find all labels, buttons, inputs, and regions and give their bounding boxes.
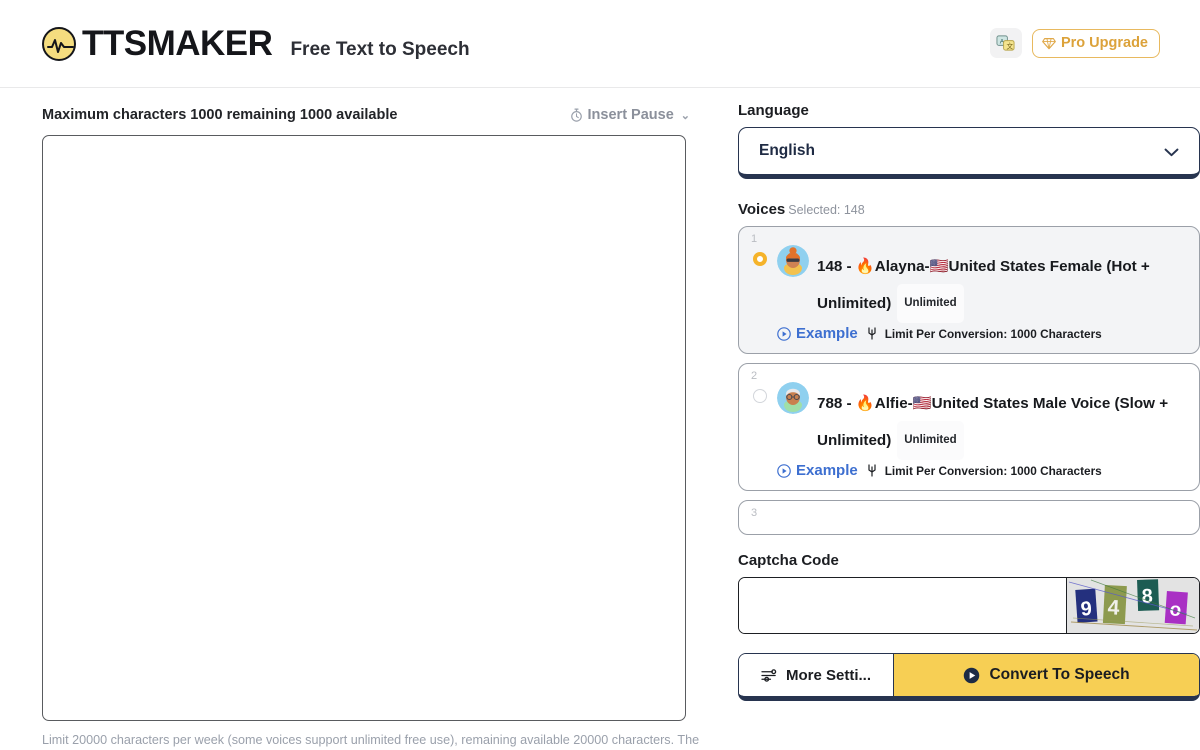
brand-tagline: Free Text to Speech <box>290 38 470 60</box>
chevron-down-icon <box>1164 144 1179 162</box>
voices-list[interactable]: 1 148 - 🔥Alayna-🇺🇸United States Female (… <box>738 226 1200 546</box>
voices-selected-note: Selected: 148 <box>788 203 865 217</box>
voice-index: 1 <box>751 233 758 245</box>
svg-text:9: 9 <box>1080 598 1093 621</box>
more-settings-button[interactable]: More Setti... <box>739 654 894 696</box>
svg-text:4: 4 <box>1107 596 1120 620</box>
play-circle-icon <box>777 463 791 478</box>
voice-meta: Example Limit Per Conversion: 1000 Chara… <box>777 462 1185 479</box>
more-settings-label: More Setti... <box>785 666 871 684</box>
captcha-input[interactable] <box>739 578 1066 633</box>
svg-text:文: 文 <box>1007 41 1014 50</box>
voice-card[interactable]: 1 148 - 🔥Alayna-🇺🇸United States Female (… <box>738 226 1200 354</box>
sliders-icon <box>761 668 778 683</box>
chevron-down-icon: ⌄ <box>680 109 690 122</box>
voice-header: 148 - 🔥Alayna-🇺🇸United States Female (Ho… <box>753 239 1185 323</box>
voice-meta: Example Limit Per Conversion: 1000 Chara… <box>777 325 1185 342</box>
header-actions: A 文 Pro Upgrade <box>989 28 1160 58</box>
voice-title: 788 - 🔥Alfie-🇺🇸United States Male Voice … <box>817 386 1185 460</box>
limit-icon <box>867 327 877 340</box>
voice-header <box>753 513 1185 523</box>
waveform-circle-icon <box>42 26 76 61</box>
translate-icon: A 文 <box>996 34 1016 51</box>
language-select[interactable]: English <box>738 127 1200 179</box>
voice-title-text: 788 - 🔥Alfie-🇺🇸United States Male Voice … <box>817 395 1169 449</box>
voice-example-button[interactable]: Example <box>777 462 858 479</box>
voice-example-button[interactable]: Example <box>777 325 858 342</box>
limit-icon <box>867 464 877 477</box>
captcha-glyphs: 9 4 8 o <box>1067 578 1199 632</box>
action-buttons: More Setti... Convert To Speech <box>738 653 1200 701</box>
app-header: TTSMAKER Free Text to Speech A 文 Pro Upg… <box>0 0 1200 88</box>
settings-pane: Language English VoicesSelected: 148 1 <box>738 102 1200 747</box>
voice-example-label: Example <box>796 462 858 479</box>
brand: TTSMAKER Free Text to Speech <box>42 24 470 64</box>
captcha-image[interactable]: 9 4 8 o <box>1066 578 1199 633</box>
voice-radio[interactable] <box>753 389 767 403</box>
voice-badge: Unlimited <box>897 421 964 460</box>
convert-to-speech-button[interactable]: Convert To Speech <box>894 654 1199 696</box>
voice-title: 148 - 🔥Alayna-🇺🇸United States Female (Ho… <box>817 249 1185 323</box>
usage-limit-note: Limit 20000 characters per week (some vo… <box>42 733 700 747</box>
brand-name: TTSMAKER <box>82 23 273 63</box>
diamond-icon <box>1042 36 1056 50</box>
voice-title-text: 148 - 🔥Alayna-🇺🇸United States Female (Ho… <box>817 258 1150 312</box>
main-content: Maximum characters 1000 remaining 1000 a… <box>0 88 1200 747</box>
editor-pane: Maximum characters 1000 remaining 1000 a… <box>42 102 700 747</box>
language-label: Language <box>738 102 809 119</box>
play-circle-icon <box>777 326 791 341</box>
stopwatch-icon <box>570 108 583 122</box>
voice-index: 2 <box>751 370 758 382</box>
voice-badge: Unlimited <box>897 284 964 323</box>
translate-icon-button[interactable]: A 文 <box>989 28 1022 58</box>
voice-index: 3 <box>751 507 758 519</box>
voice-card[interactable]: 3 <box>738 500 1200 535</box>
voice-card[interactable]: 2 788 - 🔥Alfie-� <box>738 363 1200 491</box>
convert-to-speech-label: Convert To Speech <box>989 666 1130 683</box>
svg-text:o: o <box>1169 599 1182 621</box>
pro-upgrade-label: Pro Upgrade <box>1060 34 1148 51</box>
editor-toolbar: Maximum characters 1000 remaining 1000 a… <box>42 102 690 128</box>
insert-pause-label: Insert Pause <box>587 107 674 123</box>
voices-label: Voices Selected: 148 <box>738 201 1200 218</box>
voice-header: 788 - 🔥Alfie-🇺🇸United States Male Voice … <box>753 376 1185 460</box>
character-count-info: Maximum characters 1000 remaining 1000 a… <box>42 107 398 123</box>
pro-upgrade-button[interactable]: Pro Upgrade <box>1031 28 1160 58</box>
voice-limit-text: Limit Per Conversion: 1000 Characters <box>884 463 1102 478</box>
man-avatar-icon <box>777 382 809 414</box>
language-selected-value: English <box>759 142 815 159</box>
text-input[interactable] <box>42 135 686 721</box>
captcha-label: Captcha Code <box>738 552 839 569</box>
waveform-icon <box>47 38 74 53</box>
voice-example-label: Example <box>796 325 858 342</box>
insert-pause-button[interactable]: Insert Pause ⌄ <box>570 107 690 123</box>
voice-radio-selected[interactable] <box>753 252 767 266</box>
play-circle-icon <box>963 667 980 684</box>
voice-limit-text: Limit Per Conversion: 1000 Characters <box>884 326 1102 341</box>
woman-avatar-icon <box>777 245 809 277</box>
voices-label-text: Voices <box>738 201 786 218</box>
captcha-row: 9 4 8 o <box>738 577 1200 634</box>
